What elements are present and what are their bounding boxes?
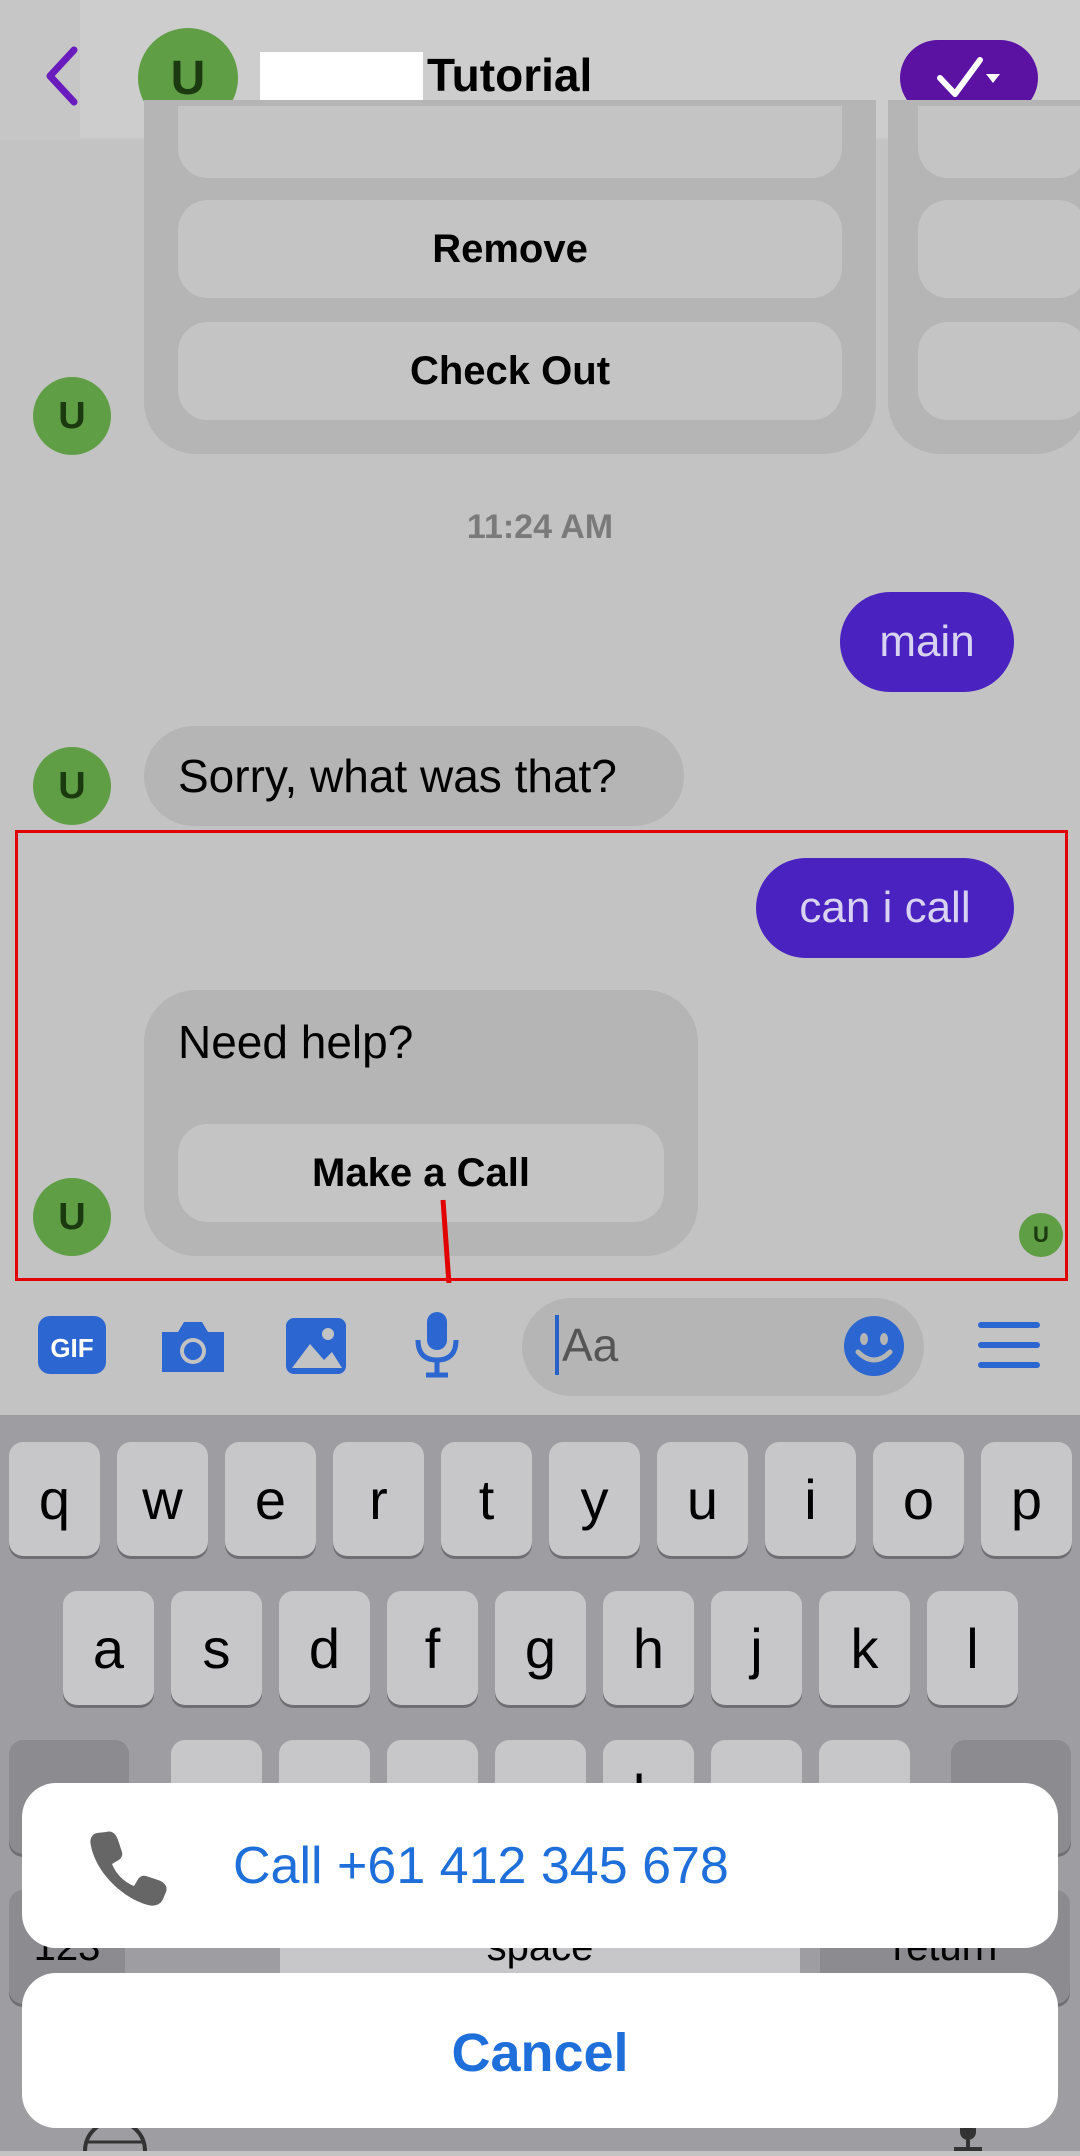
key[interactable]: g bbox=[495, 1591, 586, 1705]
key[interactable]: u bbox=[657, 1442, 748, 1556]
key[interactable]: j bbox=[711, 1591, 802, 1705]
key[interactable]: l bbox=[927, 1591, 1018, 1705]
image-icon bbox=[286, 1318, 346, 1374]
camera-button[interactable] bbox=[158, 1318, 228, 1376]
key[interactable]: f bbox=[387, 1591, 478, 1705]
gif-icon: GIF bbox=[38, 1316, 106, 1374]
key[interactable]: e bbox=[225, 1442, 316, 1556]
key[interactable]: s bbox=[171, 1591, 262, 1705]
call-number-label: Call +61 412 345 678 bbox=[233, 1837, 729, 1895]
key[interactable]: y bbox=[549, 1442, 640, 1556]
menu-icon bbox=[978, 1322, 1040, 1368]
menu-button[interactable] bbox=[978, 1320, 1040, 1370]
key[interactable]: a bbox=[63, 1591, 154, 1705]
image-button[interactable] bbox=[284, 1316, 348, 1376]
emoji-button[interactable] bbox=[842, 1314, 906, 1378]
key[interactable]: p bbox=[981, 1442, 1072, 1556]
svg-text:GIF: GIF bbox=[50, 1333, 93, 1363]
phone-icon bbox=[88, 1826, 168, 1906]
text-caret bbox=[555, 1315, 559, 1375]
camera-icon bbox=[162, 1322, 224, 1372]
key[interactable]: w bbox=[117, 1442, 208, 1556]
key[interactable]: r bbox=[333, 1442, 424, 1556]
key[interactable]: o bbox=[873, 1442, 964, 1556]
emoji-icon bbox=[844, 1316, 904, 1376]
gif-button[interactable]: GIF bbox=[38, 1314, 106, 1376]
key[interactable]: k bbox=[819, 1591, 910, 1705]
key[interactable]: i bbox=[765, 1442, 856, 1556]
key[interactable]: q bbox=[9, 1442, 100, 1556]
microphone-button[interactable] bbox=[414, 1310, 460, 1378]
cancel-label: Cancel bbox=[451, 2023, 629, 2083]
key[interactable]: h bbox=[603, 1591, 694, 1705]
key[interactable]: t bbox=[441, 1442, 532, 1556]
message-input-placeholder: Aa bbox=[562, 1319, 619, 1371]
microphone-icon bbox=[415, 1312, 459, 1378]
key[interactable]: d bbox=[279, 1591, 370, 1705]
